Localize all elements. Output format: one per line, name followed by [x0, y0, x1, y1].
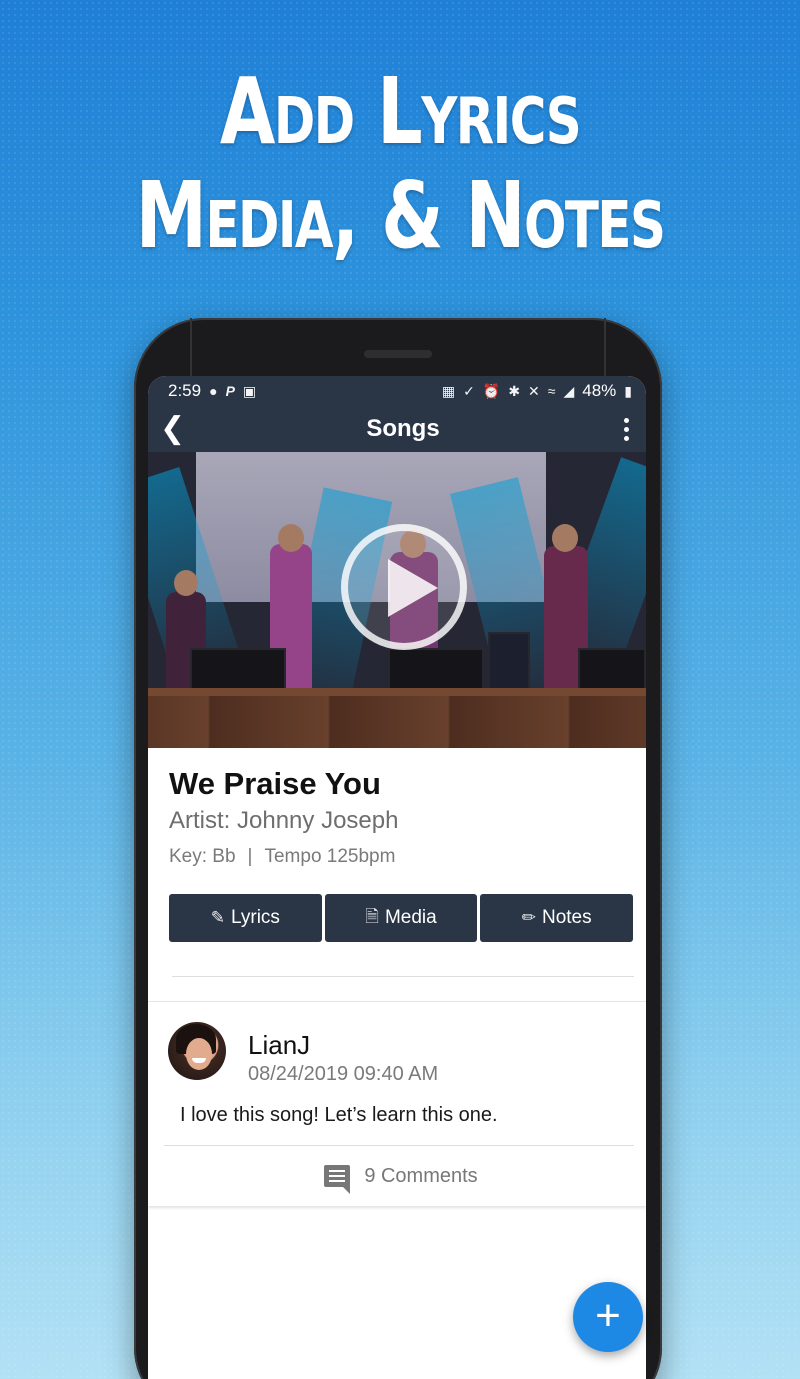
song-artist: Artist: Johnny Joseph — [169, 807, 399, 834]
wifi-icon: ≈ — [547, 383, 556, 399]
paypal-icon: P — [225, 383, 235, 399]
song-title: We Praise You — [169, 766, 381, 801]
document-icon: 🗎 — [365, 906, 379, 926]
comment-card: LianJ 08/24/2019 09:40 AM I love this so… — [148, 1001, 646, 1206]
headline-line-1: Add Lyrics — [219, 58, 582, 165]
page-title: Songs — [366, 415, 440, 442]
app-bar: ❮ Songs — [148, 406, 646, 452]
section-divider — [172, 976, 634, 977]
play-icon[interactable] — [341, 524, 467, 650]
notes-icon: ✏ — [521, 908, 536, 927]
comments-link[interactable]: 9 Comments — [168, 1146, 634, 1206]
promo-headline: Add Lyrics Media, & Notes — [0, 60, 800, 268]
phone-edge-right — [604, 318, 606, 378]
more-vertical-icon[interactable] — [616, 417, 636, 441]
song-key: Key: Bb — [169, 846, 236, 867]
meta-separator: | — [247, 846, 253, 867]
song-tempo: Tempo 125bpm — [264, 846, 396, 867]
location-icon: ● — [209, 383, 218, 399]
lyrics-icon: ✎ — [210, 908, 225, 927]
phone-edge-left — [190, 318, 192, 378]
comment-date: 08/24/2019 09:40 AM — [248, 1063, 439, 1085]
lyrics-button[interactable]: ✎ Lyrics — [169, 894, 322, 942]
comment-text: I love this song! Let’s learn this one. — [180, 1104, 498, 1126]
avatar[interactable] — [168, 1022, 226, 1080]
video-player[interactable] — [148, 452, 646, 748]
song-meta: Key: Bb | Tempo 125bpm — [169, 846, 625, 868]
alarm-icon: ⏰ — [482, 382, 501, 399]
content-tabs: ✎ Lyrics 🗎 Media ✏ Notes — [148, 868, 646, 942]
song-details: We Praise You Artist: Johnny Joseph Key:… — [148, 748, 646, 868]
edit-icon: ✓ — [463, 382, 475, 399]
status-left: 2:59 ● P ▣ — [168, 381, 256, 401]
battery-percent: 48% — [582, 381, 617, 400]
lyrics-button-label: Lyrics — [231, 907, 280, 928]
add-button[interactable]: + — [573, 1282, 643, 1352]
status-bar: 2:59 ● P ▣ ▦ ✓ ⏰ ✱ ✕ ≈ ◢ 48% ▮ — [148, 376, 646, 406]
comment-user: LianJ 08/24/2019 09:40 AM — [248, 1022, 438, 1086]
chevron-left-icon[interactable]: ❮ — [160, 414, 190, 444]
nfc-icon: ▦ — [441, 382, 456, 399]
comment-header: LianJ 08/24/2019 09:40 AM — [168, 1022, 634, 1086]
status-time: 2:59 — [168, 381, 202, 400]
signal-icon: ◢ — [563, 382, 575, 399]
comment-icon — [324, 1165, 351, 1194]
status-right: ▦ ✓ ⏰ ✱ ✕ ≈ ◢ 48% ▮ — [442, 381, 632, 401]
phone-speaker — [364, 350, 432, 358]
notes-button-label: Notes — [541, 907, 592, 928]
battery-icon: ▮ — [624, 382, 632, 399]
mute-icon: ✕ — [528, 382, 540, 399]
bluetooth-icon: ✱ — [508, 382, 521, 399]
notes-button[interactable]: ✏ Notes — [480, 894, 634, 942]
comment-username[interactable]: LianJ — [248, 1030, 438, 1061]
app-screen: 2:59 ● P ▣ ▦ ✓ ⏰ ✱ ✕ ≈ ◢ 48% ▮ ❮ Songs W… — [148, 376, 646, 1379]
media-button-label: Media — [384, 907, 437, 928]
headline-line-2: Media, & Notes — [135, 162, 666, 269]
media-button[interactable]: 🗎 Media — [324, 894, 478, 942]
image-icon: ▣ — [242, 382, 257, 399]
comments-count: 9 Comments — [364, 1164, 478, 1187]
